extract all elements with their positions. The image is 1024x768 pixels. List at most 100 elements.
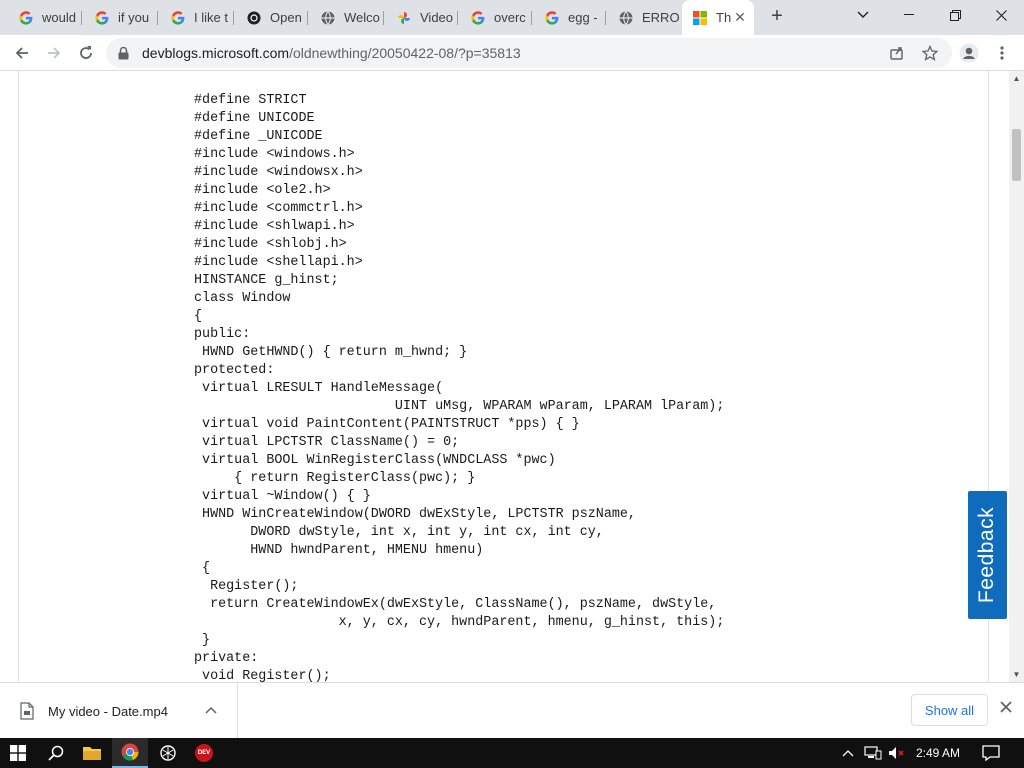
code-line: UINT uMsg, WPARAM wParam, LPARAM lParam)… xyxy=(194,399,725,414)
tab-search-icon[interactable] xyxy=(840,0,886,30)
file-explorer-icon[interactable] xyxy=(74,738,110,768)
code-line: private: xyxy=(194,651,259,666)
photos-icon xyxy=(396,10,412,26)
code-line: #include <shellapi.h> xyxy=(194,255,363,270)
windows-start-icon[interactable] xyxy=(0,738,36,768)
tab-separator xyxy=(383,11,384,25)
browser-tab[interactable]: Th ✕ xyxy=(682,0,754,35)
notifications-icon[interactable] xyxy=(982,738,1000,768)
clock-time[interactable]: 2:49 AM xyxy=(916,738,960,768)
code-line: HWND hwndParent, HMENU hmenu) xyxy=(194,543,484,558)
code-line: void Register(); xyxy=(194,669,331,682)
chevron-up-icon[interactable] xyxy=(205,703,217,717)
code-line: protected: xyxy=(194,363,275,378)
code-line: virtual BOOL WinRegisterClass(WNDCLASS *… xyxy=(194,453,556,468)
volume-muted-icon[interactable] xyxy=(888,738,906,768)
code-line: #define STRICT xyxy=(194,93,307,108)
google-icon xyxy=(170,10,186,26)
address-bar[interactable]: devblogs.microsoft.com/oldnewthing/20050… xyxy=(106,38,952,68)
share-icon[interactable] xyxy=(883,39,911,67)
google-icon xyxy=(470,10,486,26)
dev-app-icon[interactable]: DEV xyxy=(186,738,222,768)
download-bar: My video - Date.mp4 Show all xyxy=(0,682,1024,739)
tab-separator xyxy=(605,11,606,25)
code-line: public: xyxy=(194,327,251,342)
show-hidden-icons-icon[interactable] xyxy=(842,738,854,768)
download-file-name: My video - Date.mp4 xyxy=(48,703,168,719)
code-line: { xyxy=(194,561,211,576)
code-line: #include <windowsx.h> xyxy=(194,165,363,180)
tab-title: I like t xyxy=(194,10,228,25)
scroll-down-arrow-icon[interactable]: ▼ xyxy=(1009,667,1024,682)
code-line: #define _UNICODE xyxy=(194,129,323,144)
browser-tab[interactable]: Open xyxy=(236,4,308,31)
code-block: #define STRICT #define UNICODE #define _UN… xyxy=(194,92,724,682)
code-line: virtual LRESULT HandleMessage( xyxy=(194,381,444,396)
download-item[interactable]: My video - Date.mp4 xyxy=(0,683,238,739)
browser-tab[interactable]: Video xyxy=(386,4,458,31)
close-tab-icon[interactable]: ✕ xyxy=(732,9,748,26)
feedback-label: Feedback xyxy=(975,506,999,604)
code-line: HWND WinCreateWindow(DWORD dwExStyle, LP… xyxy=(194,507,636,522)
globe-icon xyxy=(618,10,634,26)
show-all-button[interactable]: Show all xyxy=(911,694,988,726)
tab-separator xyxy=(531,11,532,25)
reload-button[interactable] xyxy=(72,39,100,67)
google-icon xyxy=(94,10,110,26)
feedback-button[interactable]: Feedback xyxy=(968,491,1007,619)
browser-tab[interactable]: egg - xyxy=(534,4,606,31)
network-icon[interactable] xyxy=(864,738,882,768)
browser-tab[interactable]: Welco xyxy=(310,4,384,31)
browser-tab[interactable]: would xyxy=(8,4,82,31)
code-line: virtual LPCTSTR ClassName() = 0; xyxy=(194,435,460,450)
browser-tab[interactable]: I like t xyxy=(160,4,234,31)
tab-strip: would if you I like t Open Welco Video overc eg… xyxy=(0,0,1024,35)
close-downloads-icon[interactable] xyxy=(996,699,1016,719)
tab-title: egg - xyxy=(568,10,598,25)
code-line: #include <shlwapi.h> xyxy=(194,219,355,234)
code-line: Register(); xyxy=(194,579,299,594)
tab-title: Welco xyxy=(344,10,380,25)
code-line: DWORD dwStyle, int x, int y, int cx, int… xyxy=(194,525,604,540)
tab-separator xyxy=(233,11,234,25)
url-path: /oldnewthing/20050422-08/?p=35813 xyxy=(289,45,521,61)
forward-button[interactable] xyxy=(40,39,68,67)
openai-taskbar-icon[interactable] xyxy=(150,738,186,768)
google-icon xyxy=(18,10,34,26)
code-line: class Window xyxy=(194,291,291,306)
back-button[interactable] xyxy=(8,39,36,67)
dev-badge-label: DEV xyxy=(197,750,211,756)
lock-icon[interactable] xyxy=(118,46,132,60)
search-icon[interactable] xyxy=(38,738,74,768)
menu-kebab-icon[interactable] xyxy=(988,39,1016,67)
scroll-up-arrow-icon[interactable]: ▲ xyxy=(1009,71,1024,86)
browser-toolbar: devblogs.microsoft.com/oldnewthing/20050… xyxy=(0,35,1024,71)
browser-tab[interactable]: if you xyxy=(84,4,158,31)
code-line: #include <shlobj.h> xyxy=(194,237,347,252)
tab-title: would xyxy=(42,10,76,25)
openai-icon xyxy=(246,10,262,26)
browser-tab[interactable]: ERROR xyxy=(608,4,680,31)
browser-tab[interactable]: overc xyxy=(460,4,532,31)
microsoft-icon xyxy=(692,10,708,26)
url-host: devblogs.microsoft.com xyxy=(142,45,290,61)
tab-separator xyxy=(157,11,158,25)
chrome-taskbar-icon[interactable] xyxy=(112,738,148,768)
tab-title: overc xyxy=(494,10,526,25)
google-icon xyxy=(544,10,560,26)
restore-button[interactable] xyxy=(932,0,978,30)
minimize-button[interactable] xyxy=(886,0,932,30)
page-scrollbar[interactable]: ▲ ▼ xyxy=(1009,71,1024,682)
page-viewport: #define STRICT #define UNICODE #define _UN… xyxy=(0,71,1024,682)
tab-title: ERROR xyxy=(642,10,680,25)
close-window-button[interactable] xyxy=(978,0,1024,30)
profile-avatar-icon[interactable] xyxy=(955,39,983,67)
new-tab-button[interactable]: + xyxy=(766,6,788,28)
code-line: x, y, cx, cy, hwndParent, hmenu, g_hinst… xyxy=(194,615,725,630)
tab-title: Open xyxy=(270,10,302,25)
tab-title: Th xyxy=(716,10,732,25)
code-line: #define UNICODE xyxy=(194,111,315,126)
file-icon xyxy=(20,702,34,720)
scrollbar-thumb[interactable] xyxy=(1012,129,1021,181)
bookmark-star-icon[interactable] xyxy=(916,39,944,67)
